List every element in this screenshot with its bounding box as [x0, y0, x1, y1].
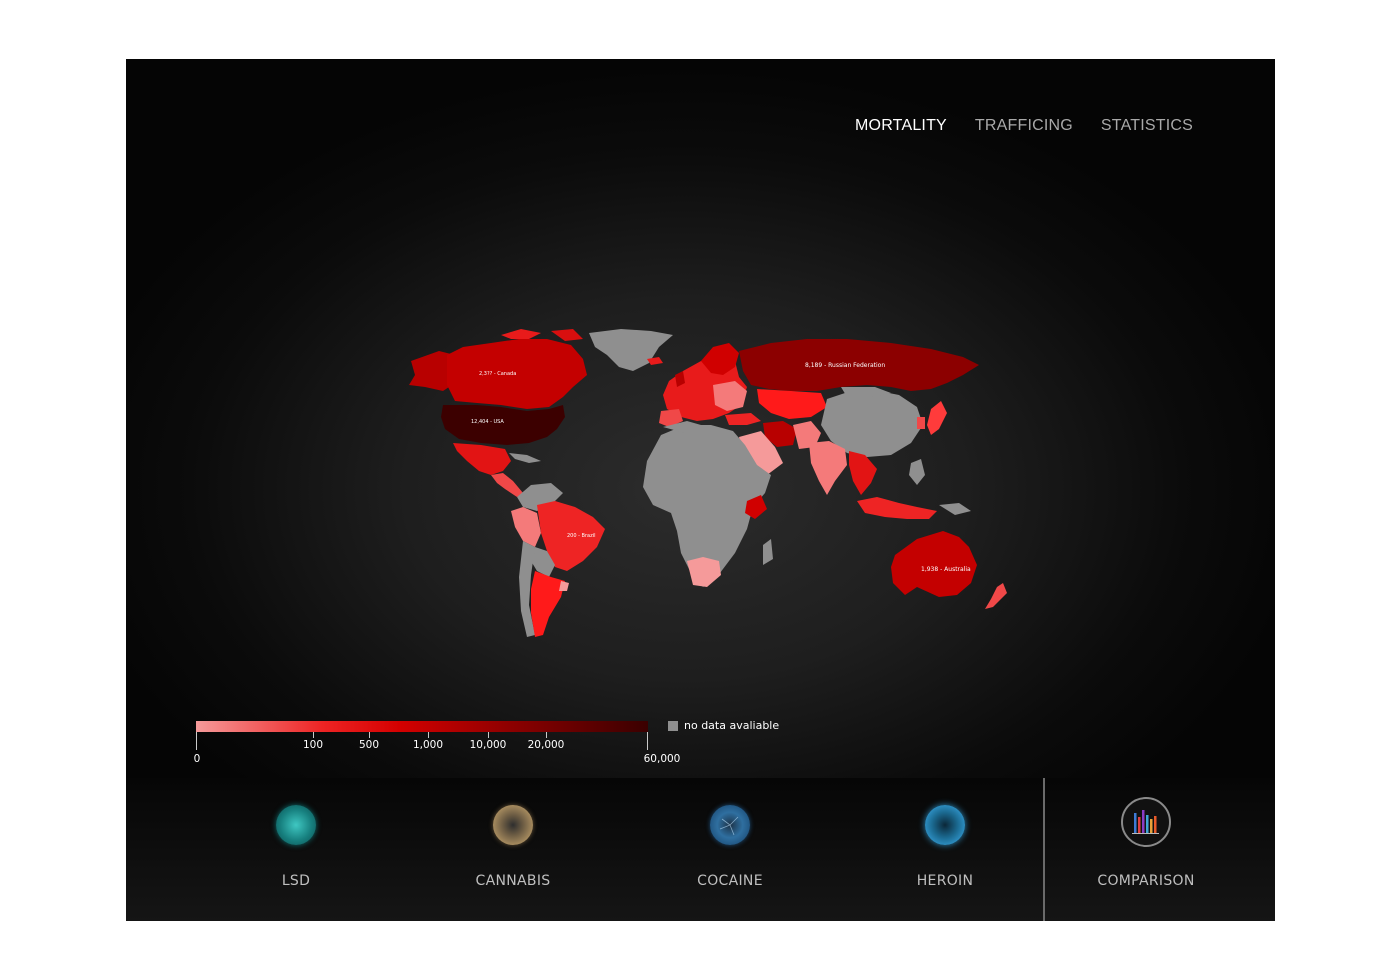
cocaine-icon: [710, 805, 750, 845]
country-mexico[interactable]: [453, 443, 511, 475]
legend-tick: [428, 732, 429, 738]
legend-gradient-bar: [196, 721, 648, 732]
drug-label: COMPARISON: [1097, 873, 1195, 889]
drug-cocaine-button[interactable]: COCAINE: [655, 778, 805, 921]
nav-statistics[interactable]: STATISTICS: [1101, 117, 1193, 135]
country-madagascar[interactable]: [763, 539, 773, 565]
legend-label: 100: [302, 739, 324, 751]
country-turkey[interactable]: [725, 413, 761, 425]
country-korea[interactable]: [917, 417, 925, 429]
country-canada-islands-2[interactable]: [551, 329, 583, 341]
legend-no-data: no data avaliable: [668, 719, 779, 732]
country-canada[interactable]: [447, 339, 587, 409]
region-caribbean[interactable]: [509, 453, 541, 463]
legend-tick: [647, 732, 648, 750]
country-japan[interactable]: [927, 401, 947, 435]
label-russia: 8,189 - Russian Federation: [805, 362, 885, 369]
nav-mortality[interactable]: MORTALITY: [855, 117, 947, 135]
legend-label: 1,000: [412, 739, 444, 751]
legend-tick: [369, 732, 370, 738]
country-south-africa[interactable]: [687, 557, 721, 587]
legend-tick: [488, 732, 489, 738]
drug-label: HEROIN: [916, 873, 974, 889]
nav-trafficing[interactable]: TRAFFICING: [975, 117, 1073, 135]
legend-label: 60,000: [643, 753, 681, 765]
color-legend: 0 100 500 1,000 10,000 20,000 60,000 no …: [193, 719, 816, 769]
label-usa: 12,404 - USA: [471, 419, 504, 425]
drug-cannabis-button[interactable]: CANNABIS: [438, 778, 588, 921]
country-usa[interactable]: [441, 405, 565, 445]
region-central-america[interactable]: [491, 473, 523, 497]
legend-tick: [546, 732, 547, 738]
legend-tick: [196, 732, 197, 750]
country-peru[interactable]: [511, 507, 541, 547]
app-window: MORTALITY TRAFFICING STATISTICS 2,3?? - …: [126, 59, 1275, 921]
country-australia[interactable]: [891, 531, 977, 597]
comparison-button[interactable]: COMPARISON: [1071, 778, 1221, 921]
drug-label: COCAINE: [697, 873, 763, 889]
country-argentina[interactable]: [531, 571, 565, 637]
country-new-zealand[interactable]: [985, 583, 1007, 609]
country-philippines[interactable]: [909, 459, 925, 485]
drug-selector-bar: LSD CANNABIS COCAINE HEROIN COMPARISON: [126, 778, 1275, 921]
label-australia: 1,938 - Australia: [921, 566, 971, 573]
no-data-swatch: [668, 720, 678, 731]
country-papua[interactable]: [939, 503, 971, 515]
bar-chart-graphic: [1132, 810, 1159, 834]
drug-lsd-button[interactable]: LSD: [221, 778, 371, 921]
region-central-asia[interactable]: [757, 389, 827, 419]
no-data-label: no data avaliable: [684, 719, 780, 732]
legend-tick: [313, 732, 314, 738]
drug-heroin-button[interactable]: HEROIN: [870, 778, 1020, 921]
legend-label: 10,000: [469, 739, 507, 751]
world-map: 2,3?? - Canada 12,404 - USA 8,189 - Russ…: [409, 329, 1007, 637]
cannabis-icon: [493, 805, 533, 845]
top-nav: MORTALITY TRAFFICING STATISTICS: [855, 117, 1193, 135]
drug-label: LSD: [281, 873, 311, 889]
legend-label: 500: [358, 739, 380, 751]
country-indonesia[interactable]: [857, 497, 937, 519]
cocaine-icon-graphic: [719, 816, 739, 836]
drug-label: CANNABIS: [475, 873, 551, 889]
country-greenland[interactable]: [589, 329, 673, 371]
lsd-icon: [276, 805, 316, 845]
bar-divider: [1043, 778, 1045, 921]
label-canada: 2,3?? - Canada: [479, 371, 516, 377]
label-brazil: 200 - Brazil: [567, 533, 595, 539]
region-southeast-asia[interactable]: [849, 451, 877, 495]
country-india[interactable]: [809, 441, 847, 495]
country-canada-islands[interactable]: [501, 329, 541, 339]
legend-label: 20,000: [527, 739, 565, 751]
legend-label: 0: [193, 753, 201, 765]
bar-chart-icon: [1121, 797, 1171, 847]
heroin-icon: [925, 805, 965, 845]
